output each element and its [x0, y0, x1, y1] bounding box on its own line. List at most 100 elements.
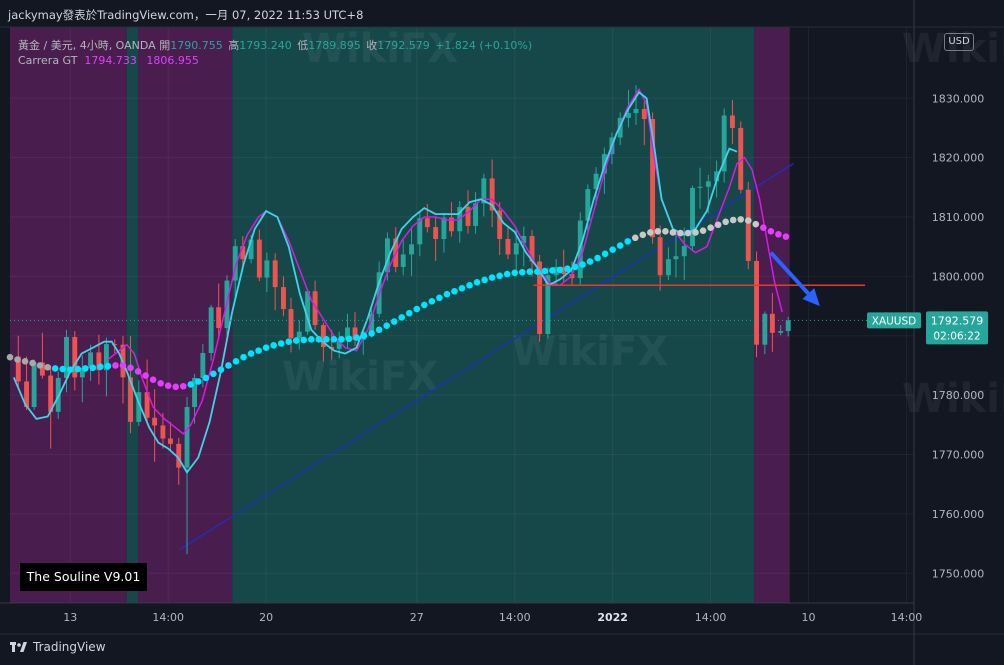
- indicator-dot: [616, 242, 624, 249]
- indicator-dot: [692, 229, 699, 236]
- candle-down: [433, 227, 439, 239]
- indicator-dot: [368, 330, 375, 337]
- indicator-dot: [511, 269, 519, 277]
- watermark-text: WikiFX: [282, 354, 438, 400]
- indicator-dot: [255, 347, 262, 354]
- indicator-dot: [398, 314, 406, 321]
- candle-up: [785, 320, 791, 332]
- y-tick-label: 1810.000: [932, 211, 985, 224]
- candle-up: [673, 256, 679, 260]
- indicator-dot: [21, 358, 29, 365]
- candle-down: [168, 438, 173, 444]
- indicator-dot: [413, 305, 421, 313]
- tradingview-logo[interactable]: TradingView: [10, 640, 106, 654]
- candle-down: [256, 239, 262, 278]
- candle-up: [296, 331, 302, 339]
- indicator-dot: [308, 336, 315, 343]
- indicator-dot: [564, 265, 571, 272]
- indicator-dot: [782, 233, 790, 240]
- currency-button[interactable]: USD: [944, 33, 974, 51]
- x-tick-label: 14:00: [152, 611, 184, 624]
- y-tick-label: 1770.000: [932, 449, 985, 462]
- indicator-dot: [752, 220, 760, 228]
- indicator-dot: [104, 362, 112, 370]
- chart-canvas[interactable]: WikiFXWikiFXWikiFXWikiFXWikiFX 1750.0001…: [0, 0, 1004, 665]
- close-value: 1792.579: [377, 39, 430, 52]
- x-tick-label: 14:00: [499, 611, 531, 624]
- indicator-dot: [767, 227, 775, 235]
- low-label: 低: [297, 39, 309, 52]
- candle-up: [778, 331, 784, 333]
- indicator-dot: [526, 268, 534, 275]
- indicator-dot: [172, 383, 180, 391]
- indicator-dot: [14, 356, 21, 363]
- indicator-dot: [164, 382, 172, 389]
- candle-up: [665, 259, 671, 276]
- indicator-dot: [443, 290, 451, 298]
- symbol-line: 黃金 / 美元, 4小時, OANDA: [18, 39, 156, 52]
- indicator-dot: [262, 344, 270, 351]
- indicator-dot: [503, 270, 511, 278]
- open-value: 1790.755: [170, 39, 223, 52]
- indicator-dot: [240, 353, 247, 361]
- indicator-dot: [338, 336, 345, 343]
- indicator-dot: [579, 261, 586, 268]
- indicator-dot: [270, 341, 277, 349]
- symbol-legend[interactable]: 黃金 / 美元, 4小時, OANDA 開1790.755 高1793.240 …: [18, 37, 534, 53]
- x-tick-label: 27: [410, 611, 424, 624]
- indicator-dot: [187, 381, 195, 388]
- candle-up: [31, 362, 37, 408]
- x-tick-label: 10: [802, 611, 816, 624]
- indicator-legend[interactable]: Carrera GT 1794.733 1806.955: [18, 54, 199, 67]
- indicator-dot: [315, 336, 323, 343]
- indicator-dot: [292, 337, 300, 344]
- indicator-dot: [518, 268, 526, 276]
- candle-up: [409, 244, 414, 255]
- indicator-dot: [119, 362, 127, 369]
- candle-up: [633, 108, 639, 114]
- x-tick-label: 20: [259, 611, 273, 624]
- indicator-value-2: 1806.955: [146, 54, 199, 67]
- indicator-dot: [149, 376, 157, 384]
- indicator-dot: [44, 363, 51, 371]
- candle-up: [400, 254, 406, 267]
- indicator-dot: [232, 358, 240, 365]
- indicator-dot: [586, 258, 594, 265]
- indicator-dot: [66, 366, 74, 373]
- indicator-dot: [534, 268, 541, 275]
- indicator-dot: [662, 227, 669, 235]
- high-label: 高: [228, 39, 240, 52]
- indicator-dot: [729, 216, 737, 224]
- y-tick-label: 1750.000: [932, 567, 985, 580]
- indicator-dot: [707, 224, 714, 232]
- indicator-dot: [6, 353, 14, 361]
- candle-up: [513, 243, 519, 255]
- indicator-dot: [277, 340, 285, 347]
- candle-down: [769, 313, 775, 333]
- indicator-dot: [714, 221, 722, 229]
- candle-down: [152, 417, 158, 426]
- open-label: 開: [159, 39, 171, 52]
- indicator-dot: [631, 234, 639, 242]
- indicator-dot: [285, 338, 293, 346]
- x-tick-label: 2022: [597, 611, 628, 624]
- indicator-dot: [722, 218, 729, 226]
- tradingview-logo-text: TradingView: [33, 640, 106, 654]
- close-label: 收: [366, 39, 378, 52]
- tradingview-logo-icon: [10, 642, 27, 652]
- candle-down: [505, 238, 511, 255]
- y-tick-label: 1780.000: [932, 389, 985, 402]
- indicator-dot: [421, 301, 428, 309]
- indicator-dot: [247, 350, 255, 357]
- indicator-dot: [360, 332, 368, 340]
- indicator-dot: [127, 364, 134, 372]
- indicator-dot: [624, 238, 632, 245]
- indicator-dot: [29, 359, 36, 367]
- candle-up: [762, 313, 768, 345]
- indicator-dot: [74, 365, 82, 373]
- indicator-dot: [195, 378, 202, 385]
- chart-header-title: jackymay發表於TradingView.com，一月 07, 2022 1…: [8, 8, 364, 22]
- indicator-dot: [466, 282, 473, 289]
- indicator-dot: [647, 229, 654, 236]
- indicator-dot: [202, 374, 210, 382]
